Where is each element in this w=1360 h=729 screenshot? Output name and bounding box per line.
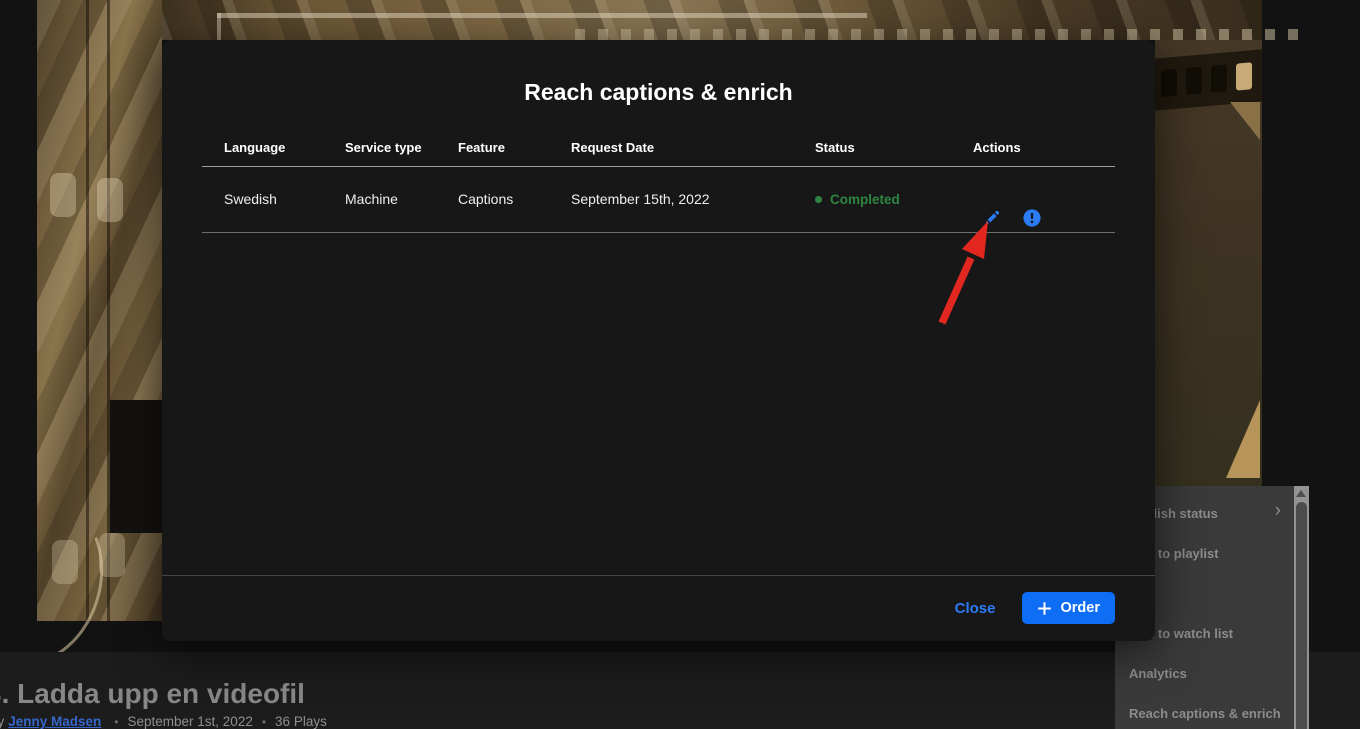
plus-icon (1037, 601, 1052, 616)
column-header-status: Status (815, 135, 855, 161)
cell-service-type: Machine (345, 167, 398, 232)
author-link[interactable]: Jenny Madsen (8, 714, 101, 729)
column-header-request-date: Request Date (571, 135, 654, 161)
table-row: Swedish Machine Captions September 15th,… (202, 167, 1115, 233)
video-title: 3. Ladda upp en videofil (0, 678, 305, 710)
column-header-actions: Actions (973, 135, 1021, 161)
order-button-label: Order (1061, 600, 1101, 616)
menu-item-reach-captions-enrich[interactable]: Reach captions & enrich (1115, 693, 1294, 729)
modal-title: Reach captions & enrich (162, 79, 1155, 106)
film-perforation (50, 173, 76, 217)
cell-feature: Captions (458, 167, 513, 232)
hero-filmreel-artwork-left (37, 0, 162, 621)
reel-rim (217, 13, 221, 40)
byline-separator: • (262, 715, 266, 729)
column-header-service-type: Service type (345, 135, 422, 161)
menu-item-label: Reach captions & enrich (1129, 706, 1281, 721)
order-button[interactable]: Order (1022, 592, 1116, 624)
column-header-language: Language (224, 135, 285, 161)
status-badge: Completed (830, 167, 900, 232)
cell-status: Completed (815, 167, 900, 232)
submenu-chevron-icon: › (1275, 501, 1281, 520)
edit-pencil-icon[interactable] (983, 190, 1001, 208)
film-perforation (1186, 67, 1202, 95)
column-header-feature: Feature (458, 135, 505, 161)
modal-footer: Close Order (162, 575, 1155, 641)
hero-filmreel-artwork-top (162, 0, 1262, 40)
byline-separator: • (114, 715, 118, 729)
scrollbar-up-arrow-icon[interactable] (1296, 490, 1306, 497)
info-exclamation-icon[interactable] (1023, 190, 1041, 208)
status-dot (815, 196, 822, 203)
cell-request-date: September 15th, 2022 (571, 167, 710, 232)
byline-date: September 1st, 2022 (128, 714, 253, 729)
scrollbar-thumb[interactable] (1296, 502, 1307, 729)
artwork-dark-inset (110, 400, 162, 533)
film-perforation (1161, 69, 1177, 97)
page-root: 3. Ladda upp en videofil by Jenny Madsen •… (0, 0, 1360, 729)
film-perforation (97, 178, 123, 222)
menu-scrollbar[interactable] (1294, 486, 1309, 729)
film-perforation (1211, 64, 1227, 92)
filmstrip-band (1155, 49, 1262, 110)
artwork-wedge (1230, 102, 1260, 140)
byline-plays: 36 Plays (275, 714, 327, 729)
film-perforation-row (562, 29, 1302, 40)
close-button[interactable]: Close (955, 600, 996, 617)
video-byline: by Jenny Madsen • September 1st, 2022 • 36 Pl… (0, 714, 327, 729)
artwork-wedge (1226, 400, 1260, 478)
reel-rim (217, 13, 867, 18)
byline-prefix: by (0, 714, 4, 729)
menu-item-label: Analytics (1129, 666, 1187, 681)
film-perforation (1236, 62, 1252, 90)
reach-captions-modal: Reach captions & enrich Language Service… (162, 40, 1155, 641)
cell-language: Swedish (224, 167, 277, 232)
menu-item-analytics[interactable]: Analytics (1115, 653, 1294, 693)
hero-filmreel-artwork-right (1155, 40, 1262, 486)
table-header-row: Language Service type Feature Request Da… (202, 135, 1115, 161)
